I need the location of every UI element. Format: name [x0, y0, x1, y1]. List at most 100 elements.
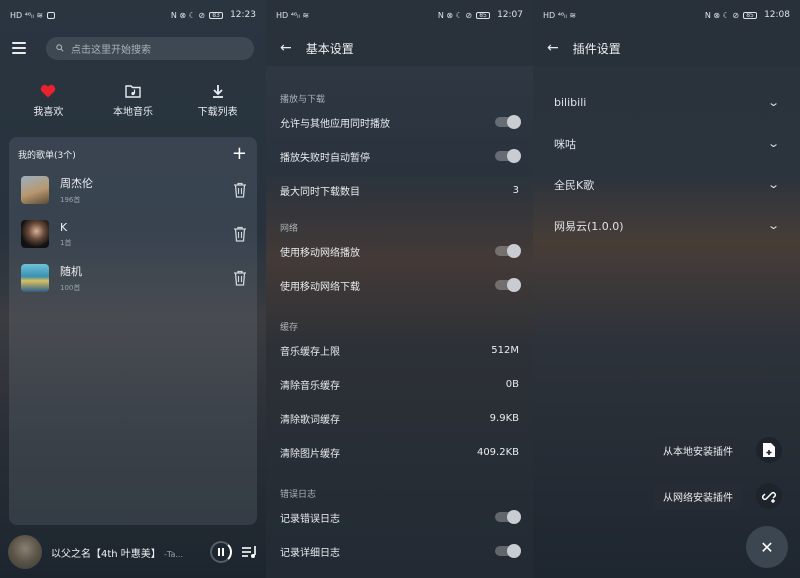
setting-row[interactable]: 使用移动网络播放: [266, 234, 533, 268]
setting-row[interactable]: 清除图片缓存 409.2KB: [266, 435, 533, 469]
chevron-down-icon[interactable]: ⌄: [767, 137, 780, 150]
file-add-icon[interactable]: [756, 437, 782, 463]
install-network-action[interactable]: 从网络安装插件: [654, 483, 782, 509]
plugin-item[interactable]: 网易云(1.0.0) ⌄: [533, 205, 800, 246]
setting-label: 记录错误日志: [280, 513, 340, 525]
local-music-label: 本地音乐: [112, 107, 153, 118]
setting-row[interactable]: 允许与其他应用同时播放: [266, 105, 533, 139]
setting-label: 清除音乐缓存: [280, 380, 340, 392]
toggle-switch[interactable]: [495, 544, 521, 558]
favorites-label: 我喜欢: [33, 107, 64, 118]
plugin-name: 全民K歌: [554, 178, 595, 192]
plugin-name: 咪咕: [554, 137, 576, 151]
clock: 12:07: [497, 10, 523, 20]
search-placeholder: 点击这里开始搜索: [71, 44, 151, 56]
setting-row[interactable]: 清除歌词缓存 9.9KB: [266, 401, 533, 435]
songlist-item[interactable]: 周杰伦 196首: [9, 168, 257, 212]
back-arrow-icon[interactable]: ←: [547, 40, 559, 56]
app-bar: ← 基本设置: [266, 30, 533, 66]
battery-icon: 83: [209, 11, 224, 19]
back-arrow-icon[interactable]: ←: [280, 40, 292, 56]
songlist-cover: [21, 220, 49, 248]
page-title: 插件设置: [572, 41, 621, 56]
toggle-switch[interactable]: [495, 115, 521, 129]
setting-label: 使用移动网络播放: [280, 247, 360, 259]
chevron-down-icon[interactable]: ⌄: [767, 96, 780, 109]
search-icon: [56, 44, 64, 52]
songlist-name: K: [60, 220, 68, 234]
status-bar: HD ⁴⁶ₗₗ ≋ N ⊗ ☾ ⊘ 83 12:23: [10, 10, 256, 20]
home-screen: HD ⁴⁶ₗₗ ≋ N ⊗ ☾ ⊘ 83 12:23 点击这里开始搜索 我喜欢 本地…: [0, 0, 266, 578]
battery-icon: 85: [743, 11, 758, 19]
toggle-switch[interactable]: [495, 244, 521, 258]
songlist-item[interactable]: 随机 100首: [9, 256, 257, 300]
section-title: 网络: [280, 224, 299, 234]
toggle-switch[interactable]: [495, 149, 521, 163]
songlist-count: 100首: [60, 284, 81, 292]
setting-row[interactable]: 记录错误日志: [266, 500, 533, 534]
plugin-item[interactable]: 全民K歌 ⌄: [533, 164, 800, 205]
toggle-switch[interactable]: [495, 510, 521, 524]
app-bar: ← 插件设置: [533, 30, 800, 66]
install-local-action[interactable]: 从本地安装插件: [654, 437, 782, 463]
setting-label: 播放失败时自动暂停: [280, 152, 370, 164]
section-title: 错误日志: [280, 490, 317, 500]
close-icon: ✕: [760, 537, 774, 557]
now-playing-title: 以父之名【4th 叶惠美】: [51, 548, 161, 560]
close-fab-button[interactable]: ✕: [746, 526, 788, 568]
setting-label: 允许与其他应用同时播放: [280, 118, 390, 130]
setting-value: 0B: [505, 378, 519, 390]
songlist-item[interactable]: K 1首: [9, 212, 257, 256]
setting-label: 清除歌词缓存: [280, 414, 340, 426]
battery-icon: 85: [476, 11, 491, 19]
now-playing-cover: [8, 535, 42, 569]
plugin-name: bilibili: [554, 96, 587, 109]
now-playing-artist: -Ta...: [164, 549, 183, 559]
link-add-icon[interactable]: [756, 483, 782, 509]
delete-icon[interactable]: [233, 226, 247, 242]
status-bar: HD ⁴⁶ₗₗ ≋ N ⊗ ☾ ⊘ 85 12:07: [266, 0, 533, 30]
install-local-label[interactable]: 从本地安装插件: [654, 437, 742, 463]
setting-label: 清除图片缓存: [280, 448, 340, 460]
search-input[interactable]: 点击这里开始搜索: [46, 36, 254, 60]
setting-row[interactable]: 播放失败时自动暂停: [266, 139, 533, 173]
download-list-button[interactable]: 下载列表: [178, 84, 258, 118]
section-title: 缓存: [280, 323, 299, 333]
section-title: 播放与下载: [280, 95, 326, 105]
setting-label: 最大同时下载数目: [280, 186, 360, 198]
basic-settings-screen: HD ⁴⁶ₗₗ ≋ N ⊗ ☾ ⊘ 85 12:07 ← 基本设置 播放与下载 允许…: [266, 0, 533, 578]
download-icon: [212, 85, 223, 98]
setting-row[interactable]: 使用移动网络下载: [266, 268, 533, 302]
songlist-cover: [21, 264, 49, 292]
folder-music-icon: [125, 85, 141, 98]
favorites-button[interactable]: 我喜欢: [8, 84, 88, 118]
plugin-item[interactable]: 咪咕 ⌄: [533, 123, 800, 164]
toggle-switch[interactable]: [495, 278, 521, 292]
songlist-count: 196首: [60, 196, 81, 204]
playlist-icon[interactable]: [242, 545, 258, 559]
setting-row[interactable]: 记录详细日志: [266, 534, 533, 568]
quick-actions: 我喜欢 本地音乐 下载列表: [0, 84, 266, 118]
download-list-label: 下载列表: [197, 107, 238, 118]
plugin-settings-screen: HD ⁴⁶ₗₗ ≋ N ⊗ ☾ ⊘ 85 12:08 ← 插件设置 bilibili…: [533, 0, 800, 578]
clock: 12:08: [764, 10, 790, 20]
songlist-name: 随机: [60, 265, 82, 278]
setting-value: 409.2KB: [476, 446, 519, 458]
add-songlist-icon[interactable]: +: [232, 145, 247, 163]
songlist-cover: [21, 176, 49, 204]
setting-value: 9.9KB: [489, 412, 519, 424]
local-music-button[interactable]: 本地音乐: [93, 84, 173, 118]
install-network-label[interactable]: 从网络安装插件: [654, 483, 742, 509]
delete-icon[interactable]: [233, 270, 247, 286]
setting-row[interactable]: 最大同时下载数目 3: [266, 173, 533, 207]
menu-icon[interactable]: [12, 42, 28, 54]
delete-icon[interactable]: [233, 182, 247, 198]
mini-player[interactable]: 以父之名【4th 叶惠美】 -Ta...: [0, 526, 266, 578]
setting-row[interactable]: 音乐缓存上限 512M: [266, 333, 533, 367]
chevron-down-icon[interactable]: ⌄: [767, 219, 780, 232]
pause-button[interactable]: [210, 541, 232, 563]
plugin-item[interactable]: bilibili ⌄: [533, 82, 800, 123]
setting-row[interactable]: 清除音乐缓存 0B: [266, 367, 533, 401]
chevron-down-icon[interactable]: ⌄: [767, 178, 780, 191]
status-bar: HD ⁴⁶ₗₗ ≋ N ⊗ ☾ ⊘ 85 12:08: [533, 0, 800, 30]
